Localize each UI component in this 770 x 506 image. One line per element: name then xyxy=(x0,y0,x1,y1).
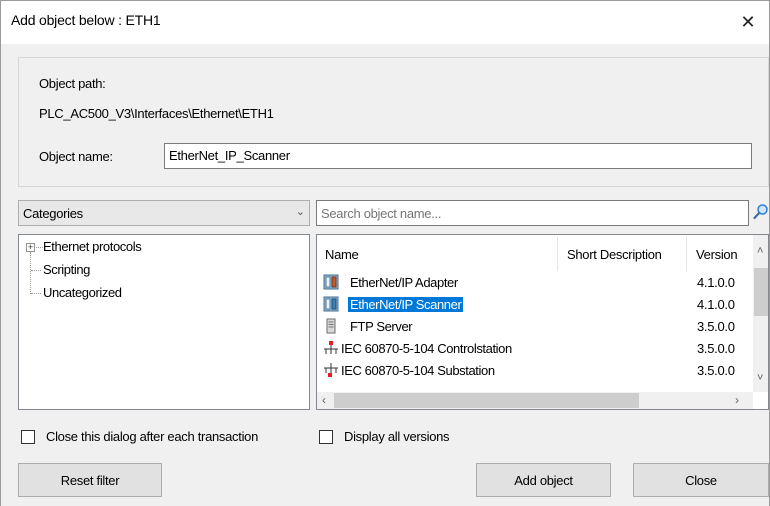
tree-connector xyxy=(31,293,41,294)
tree-item-scripting[interactable]: Scripting xyxy=(43,262,90,277)
network-node-icon xyxy=(324,363,338,377)
tree-connector xyxy=(36,247,43,248)
object-path-label: Object path: xyxy=(39,76,106,91)
list-item[interactable]: FTP Server 3.5.0.0 xyxy=(317,316,757,338)
list-item-version: 3.5.0.0 xyxy=(697,319,735,334)
list-item-version: 4.1.0.0 xyxy=(697,297,735,312)
list-item[interactable]: IEC 60870-5-104 Controlstation 3.5.0.0 xyxy=(317,338,757,360)
object-info-group: Object path: PLC_AC500_V3\Interfaces\Eth… xyxy=(18,57,769,187)
tree-item-ethernet-protocols[interactable]: Ethernet protocols xyxy=(43,239,142,254)
object-list: Name Short Description Version EtherNet/… xyxy=(316,234,769,410)
list-item-name: FTP Server xyxy=(350,319,413,334)
vertical-scroll-thumb[interactable] xyxy=(754,268,768,316)
close-after-transaction-label[interactable]: Close this dialog after each transaction xyxy=(46,429,258,444)
column-header-version[interactable]: Version xyxy=(688,237,754,271)
scroll-down-icon[interactable]: ˅ xyxy=(757,372,763,384)
horizontal-scroll-thumb[interactable] xyxy=(334,393,639,408)
list-item-name: EtherNet/IP Adapter xyxy=(350,275,458,290)
object-name-field[interactable]: EtherNet_IP_Scanner xyxy=(164,143,752,169)
tree-connector xyxy=(31,270,41,271)
close-button[interactable]: Close xyxy=(633,463,769,497)
device-module-icon xyxy=(323,274,339,290)
close-icon[interactable]: ✕ xyxy=(731,5,765,39)
categories-select-value: Categories xyxy=(23,206,83,221)
expand-plus-icon[interactable]: + xyxy=(26,243,35,252)
scroll-left-icon[interactable]: ‹ xyxy=(322,393,326,407)
display-all-versions-label[interactable]: Display all versions xyxy=(344,429,450,444)
add-object-button[interactable]: Add object xyxy=(476,463,611,497)
list-item[interactable]: IEC 60870-5-104 Substation 3.5.0.0 xyxy=(317,360,757,382)
categories-select[interactable]: Categories ⌄ xyxy=(18,200,310,226)
server-icon xyxy=(326,318,336,334)
scroll-right-icon[interactable]: › xyxy=(735,393,739,407)
column-header-name[interactable]: Name xyxy=(317,237,558,271)
object-name-label: Object name: xyxy=(39,149,113,164)
tree-item-uncategorized[interactable]: Uncategorized xyxy=(43,285,122,300)
search-placeholder: Search object name... xyxy=(321,206,442,221)
tree-connector xyxy=(30,252,31,294)
reset-filter-button[interactable]: Reset filter xyxy=(18,463,162,497)
add-object-dialog: Add object below : ETH1 ✕ Object path: P… xyxy=(0,0,770,506)
search-object-input[interactable]: Search object name... xyxy=(316,200,749,226)
list-item-name: IEC 60870-5-104 Substation xyxy=(341,363,495,378)
close-after-transaction-checkbox[interactable] xyxy=(21,430,35,444)
list-item-name: EtherNet/IP Scanner xyxy=(348,297,464,312)
title-bar: Add object below : ETH1 ✕ xyxy=(1,0,769,44)
chevron-down-icon: ⌄ xyxy=(295,206,305,218)
scroll-up-icon[interactable]: ˄ xyxy=(757,245,763,257)
vertical-scrollbar[interactable]: ˄ ˅ xyxy=(753,235,768,392)
list-item-version: 3.5.0.0 xyxy=(697,341,735,356)
list-item-version: 4.1.0.0 xyxy=(697,275,735,290)
list-item-name: IEC 60870-5-104 Controlstation xyxy=(341,341,512,356)
list-item-version: 3.5.0.0 xyxy=(697,363,735,378)
list-item[interactable]: EtherNet/IP Adapter 4.1.0.0 xyxy=(317,272,757,294)
categories-tree: + Ethernet protocols Scripting Uncategor… xyxy=(18,234,310,410)
network-node-icon xyxy=(324,341,338,354)
column-header-short-description[interactable]: Short Description xyxy=(559,237,687,271)
search-icon[interactable] xyxy=(753,203,769,221)
device-module-icon xyxy=(323,296,339,312)
horizontal-scrollbar[interactable]: ‹ › xyxy=(317,392,753,409)
object-path-value: PLC_AC500_V3\Interfaces\Ethernet\ETH1 xyxy=(39,106,274,121)
dialog-title: Add object below : ETH1 xyxy=(11,12,161,28)
display-all-versions-checkbox[interactable] xyxy=(319,430,333,444)
list-item-selected[interactable]: EtherNet/IP Scanner 4.1.0.0 xyxy=(317,294,757,316)
